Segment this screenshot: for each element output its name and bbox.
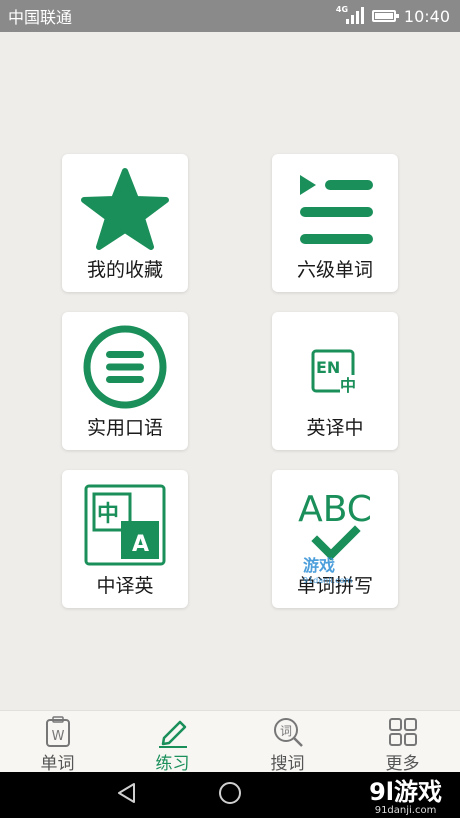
card-label: 六级单词 (296, 259, 373, 281)
card-spelling[interactable]: ABC 单词拼写 (272, 470, 398, 608)
cn-to-en-en: A (132, 532, 149, 557)
watermark-sub: 91danji.com (303, 576, 353, 585)
grid-icon (345, 715, 460, 749)
card-label: 实用口语 (86, 417, 163, 439)
carrier-label: 中国联通 (8, 8, 73, 27)
watermark-text: 游戏 (303, 556, 336, 575)
en-to-cn-en: EN (316, 358, 340, 377)
corner-logo-sub: 91danji.com (374, 805, 437, 816)
tab-practice[interactable]: 练习 (115, 711, 230, 774)
tab-label: 练习 (155, 754, 190, 774)
bottom-tab-bar: W 单词 练习 词 搜词 更多 (0, 710, 460, 774)
pencil-icon (115, 715, 230, 749)
card-favorites[interactable]: 我的收藏 (62, 154, 188, 292)
search-word-icon: 词 (230, 715, 345, 749)
word-book-icon: W (0, 715, 115, 749)
card-cn-to-en[interactable]: 中 A 中译英 (62, 470, 188, 608)
home-icon[interactable] (218, 781, 242, 809)
card-spoken-english[interactable]: 实用口语 (62, 312, 188, 450)
signal-icon: 4G (336, 5, 364, 25)
star-icon (62, 164, 188, 254)
word-book-letter: W (51, 729, 64, 744)
en-to-cn-cn: 中 (340, 376, 356, 395)
en-to-cn-icon: EN 中 (272, 322, 398, 412)
abc-text: ABC (298, 489, 372, 530)
system-nav-bar: 9l游戏 91danji.com (0, 772, 460, 818)
tab-more[interactable]: 更多 (345, 711, 460, 774)
card-label: 中译英 (96, 575, 154, 597)
cn-to-en-cn: 中 (97, 502, 119, 527)
cn-to-en-icon: 中 A (62, 480, 188, 570)
card-en-to-cn[interactable]: EN 中 英译中 (272, 312, 398, 450)
corner-logo-text: 9l游戏 (369, 778, 442, 806)
battery-icon (371, 10, 399, 22)
card-cet6-words[interactable]: 六级单词 (272, 154, 398, 292)
tab-label: 单词 (40, 754, 75, 774)
card-label: 我的收藏 (86, 259, 163, 281)
tab-label: 更多 (385, 754, 420, 774)
card-label: 英译中 (306, 417, 364, 439)
tab-label: 搜词 (270, 754, 305, 774)
list-play-icon (272, 164, 398, 254)
back-icon[interactable] (116, 782, 138, 808)
search-word-char: 词 (279, 724, 291, 738)
watermark: 游戏 91danji.com (303, 552, 352, 585)
tab-words[interactable]: W 单词 (0, 711, 115, 774)
corner-logo: 9l游戏 91danji.com (369, 772, 442, 816)
status-right: 4G 10:40 (336, 5, 450, 26)
status-bar: 中国联通 4G 10:40 (0, 0, 460, 32)
menu-circle-icon (62, 322, 188, 412)
tab-search[interactable]: 词 搜词 (230, 711, 345, 774)
clock: 10:40 (403, 6, 450, 26)
